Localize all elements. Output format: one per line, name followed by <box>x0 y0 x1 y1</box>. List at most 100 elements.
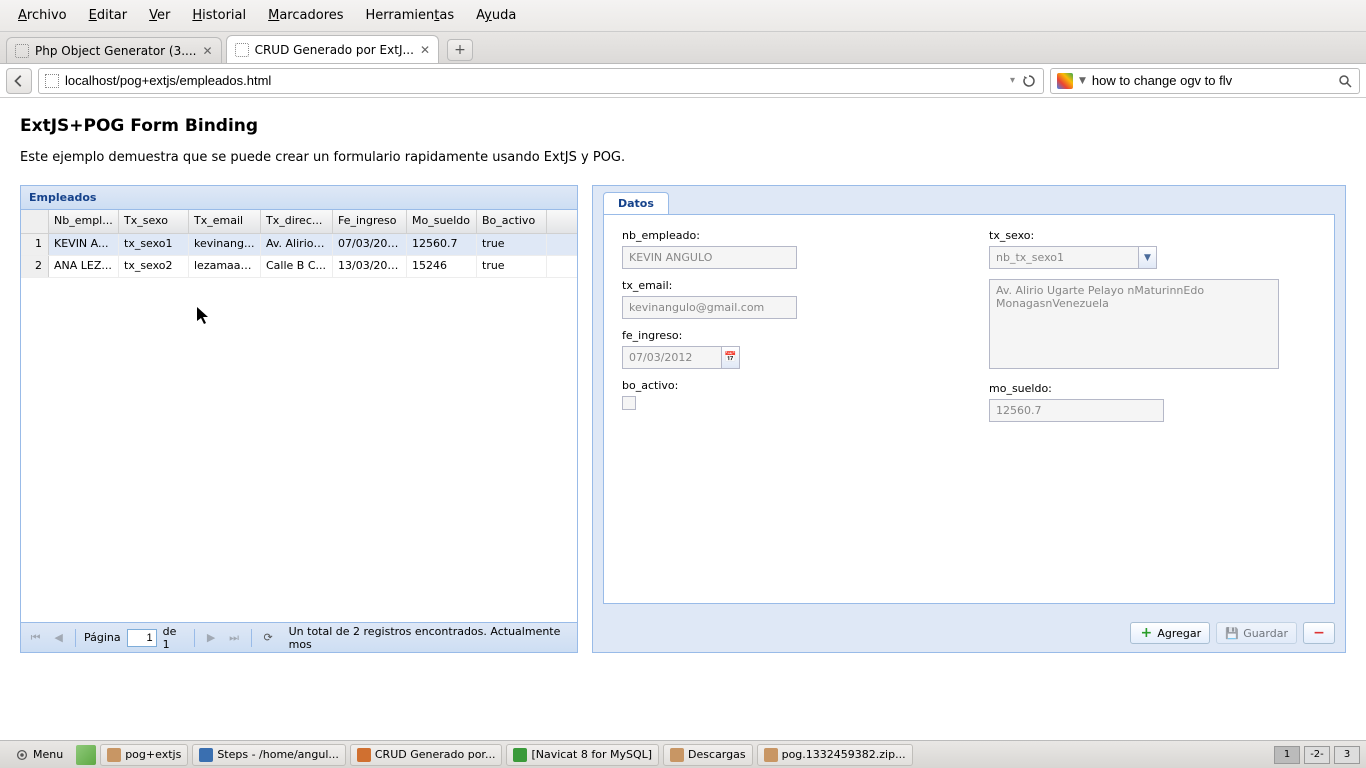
pager-page-input[interactable] <box>127 629 157 647</box>
input-fe-ingreso[interactable] <box>622 346 722 369</box>
engine-dropdown-icon[interactable]: ▼ <box>1079 76 1086 86</box>
menu-archivo[interactable]: Archivo <box>8 4 77 27</box>
close-icon[interactable]: ✕ <box>420 43 430 57</box>
combo-tx-sexo[interactable] <box>989 246 1139 269</box>
workspace-1[interactable]: 1 <box>1274 746 1300 764</box>
column-tx-email[interactable]: Tx_email <box>189 210 261 233</box>
favicon-icon <box>45 74 59 88</box>
menu-marcadores[interactable]: Marcadores <box>258 4 353 27</box>
task-label: [Navicat 8 for MySQL] <box>531 748 652 761</box>
cell: lezamaas... <box>189 256 261 277</box>
menu-historial[interactable]: Historial <box>182 4 256 27</box>
column-nb-empleado[interactable]: Nb_empl... <box>49 210 119 233</box>
menu-ver[interactable]: Ver <box>139 4 180 27</box>
column-bo-activo[interactable]: Bo_activo <box>477 210 547 233</box>
form-panel: Datos nb_empleado: tx_email: fe_ingreso: <box>592 185 1346 653</box>
table-row[interactable]: 1 KEVIN A... tx_sexo1 kevinang... Av. Al… <box>21 234 577 256</box>
textarea-tx-direccion[interactable]: Av. Alirio Ugarte Pelayo nMaturinnEdo Mo… <box>989 279 1279 369</box>
firefox-icon <box>357 748 371 762</box>
calendar-icon[interactable]: 📅 <box>722 346 740 369</box>
add-button[interactable]: + Agregar <box>1130 622 1210 644</box>
menu-editar[interactable]: Editar <box>79 4 138 27</box>
tab-pog[interactable]: Php Object Generator (3.... ✕ <box>6 37 222 63</box>
plus-icon: + <box>1139 626 1153 640</box>
workspace-3[interactable]: 3 <box>1334 746 1360 764</box>
disk-icon: 💾 <box>1225 626 1239 640</box>
url-box[interactable]: ▾ <box>38 68 1044 94</box>
back-button[interactable] <box>6 68 32 94</box>
column-mo-sueldo[interactable]: Mo_sueldo <box>407 210 477 233</box>
pager-status: Un total de 2 registros encontrados. Act… <box>289 625 571 651</box>
grid-body: 1 KEVIN A... tx_sexo1 kevinang... Av. Al… <box>21 234 577 622</box>
task-label: pog.1332459382.zip... <box>782 748 906 761</box>
cell: true <box>477 256 547 277</box>
tab-crud[interactable]: CRUD Generado por ExtJ... ✕ <box>226 35 439 63</box>
gear-icon <box>15 748 29 762</box>
separator <box>194 629 195 647</box>
task-item[interactable]: pog+extjs <box>100 744 188 766</box>
task-item[interactable]: Descargas <box>663 744 753 766</box>
bookmark-dropdown-icon[interactable]: ▾ <box>1010 75 1015 86</box>
label-nb-empleado: nb_empleado: <box>622 229 949 242</box>
checkbox-bo-activo[interactable] <box>622 396 636 410</box>
input-mo-sueldo[interactable] <box>989 399 1164 422</box>
column-tx-sexo[interactable]: Tx_sexo <box>119 210 189 233</box>
desktop-taskbar: Menu pog+extjs Steps - /home/angul... CR… <box>0 740 1366 768</box>
cell: KEVIN A... <box>49 234 119 255</box>
column-tx-direccion[interactable]: Tx_direc... <box>261 210 333 233</box>
minus-icon: − <box>1312 626 1326 640</box>
cell: kevinang... <box>189 234 261 255</box>
new-tab-button[interactable]: + <box>447 39 473 61</box>
task-item[interactable]: CRUD Generado por... <box>350 744 503 766</box>
label-tx-sexo: tx_sexo: <box>989 229 1316 242</box>
grid-title: Empleados <box>21 186 577 210</box>
label-tx-email: tx_email: <box>622 279 949 292</box>
pager-first-icon[interactable]: ⏮ <box>27 629 44 647</box>
task-label: Steps - /home/angul... <box>217 748 339 761</box>
page-content: ExtJS+POG Form Binding Este ejemplo demu… <box>0 98 1366 653</box>
archive-icon <box>764 748 778 762</box>
table-row[interactable]: 2 ANA LEZ... tx_sexo2 lezamaas... Calle … <box>21 256 577 278</box>
back-arrow-icon <box>12 74 26 88</box>
menu-herramientas[interactable]: Herramientas <box>356 4 465 27</box>
search-icon[interactable] <box>1337 73 1353 89</box>
tab-datos[interactable]: Datos <box>603 192 669 214</box>
delete-button[interactable]: − <box>1303 622 1335 644</box>
separator <box>251 629 252 647</box>
pager-of-label: de 1 <box>163 625 186 651</box>
pager-next-icon[interactable]: ▶ <box>203 629 220 647</box>
form-footer: + Agregar 💾 Guardar − <box>1130 622 1335 644</box>
favicon-icon <box>15 44 29 58</box>
browser-toolbar: ▾ ▼ <box>0 64 1366 98</box>
input-tx-email[interactable] <box>622 296 797 319</box>
url-input[interactable] <box>65 73 1004 88</box>
favicon-icon <box>235 43 249 57</box>
task-item[interactable]: [Navicat 8 for MySQL] <box>506 744 659 766</box>
pager-refresh-icon[interactable]: ⟳ <box>260 629 277 647</box>
search-box[interactable]: ▼ <box>1050 68 1360 94</box>
show-desktop-button[interactable] <box>76 745 96 765</box>
start-menu-button[interactable]: Menu <box>6 745 72 765</box>
label-bo-activo: bo_activo: <box>622 379 949 392</box>
page-description: Este ejemplo demuestra que se puede crea… <box>20 150 1346 165</box>
column-rownum[interactable] <box>21 210 49 233</box>
search-input[interactable] <box>1092 73 1331 88</box>
chevron-down-icon[interactable]: ▼ <box>1139 246 1157 269</box>
form-body: nb_empleado: tx_email: fe_ingreso: 📅 <box>603 214 1335 604</box>
close-icon[interactable]: ✕ <box>203 44 213 58</box>
refresh-icon[interactable] <box>1021 73 1037 89</box>
grid-pager: ⏮ ◀ Página de 1 ▶ ⏭ ⟳ Un total de 2 regi… <box>21 622 577 652</box>
task-label: pog+extjs <box>125 748 181 761</box>
input-nb-empleado[interactable] <box>622 246 797 269</box>
grid-panel-empleados: Empleados Nb_empl... Tx_sexo Tx_email Tx… <box>20 185 578 653</box>
task-item[interactable]: pog.1332459382.zip... <box>757 744 913 766</box>
pager-prev-icon[interactable]: ◀ <box>50 629 67 647</box>
pager-last-icon[interactable]: ⏭ <box>226 629 243 647</box>
task-item[interactable]: Steps - /home/angul... <box>192 744 346 766</box>
workspace-2[interactable]: -2- <box>1304 746 1330 764</box>
menu-ayuda[interactable]: Ayuda <box>466 4 526 27</box>
column-fe-ingreso[interactable]: Fe_ingreso <box>333 210 407 233</box>
save-button[interactable]: 💾 Guardar <box>1216 622 1297 644</box>
page-title: ExtJS+POG Form Binding <box>20 116 1346 136</box>
button-label: Agregar <box>1157 627 1201 640</box>
